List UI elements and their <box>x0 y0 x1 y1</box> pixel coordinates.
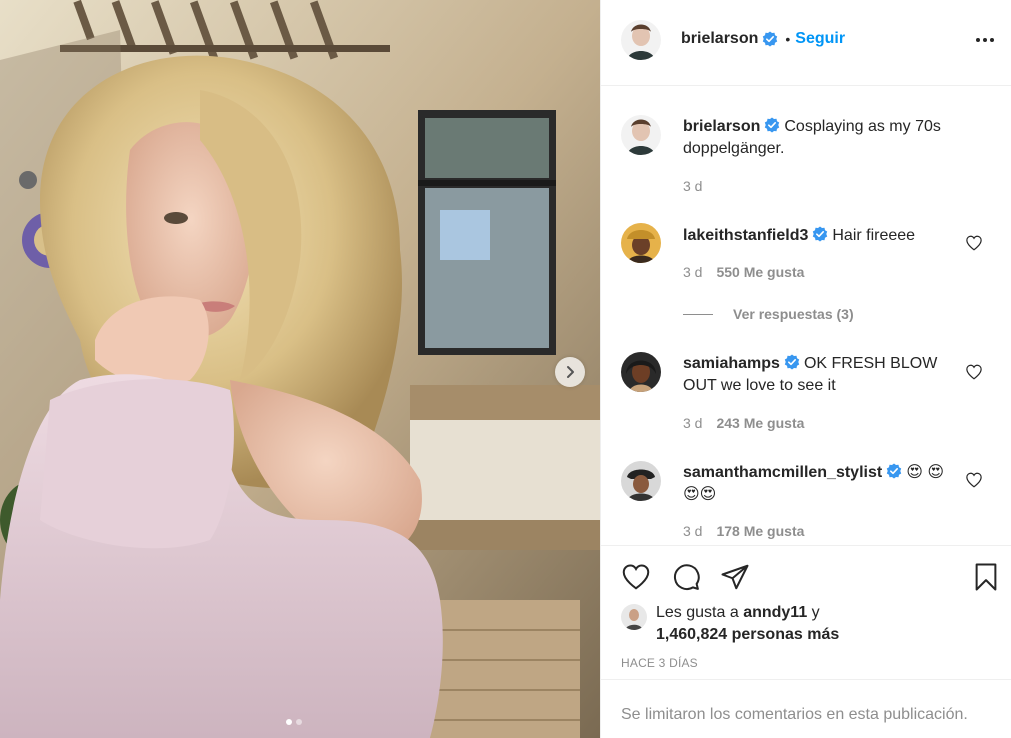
caption-time[interactable]: 3 d <box>683 178 702 194</box>
comment-text-block: lakeithstanfield3 Hair fireeee <box>683 225 958 247</box>
author-username[interactable]: brielarson <box>681 30 758 48</box>
view-replies-button[interactable]: Ver respuestas (3) <box>683 306 854 322</box>
comment-username[interactable]: samiahamps <box>683 355 780 372</box>
comments-limited-notice: Se limitaron los comentarios en esta pub… <box>601 679 1011 738</box>
like-heart-icon[interactable] <box>620 562 652 592</box>
comment-text-block: samanthamcmillen_stylist 😍 😍😍😍 <box>683 462 958 506</box>
carousel-dot-active <box>286 719 292 725</box>
heart-icon[interactable] <box>965 471 983 489</box>
chevron-right-icon <box>567 366 574 378</box>
post-photo[interactable] <box>0 0 600 738</box>
replies-divider <box>683 313 713 315</box>
caption-text-block: brielarson Cosplaying as my 70s doppelgän… <box>683 116 958 160</box>
comment-likes[interactable]: 178 Me gusta <box>716 523 804 539</box>
comment-meta: 3 d 243 Me gusta <box>683 415 804 431</box>
bookmark-icon[interactable] <box>971 562 1001 592</box>
verified-badge-icon <box>765 117 780 133</box>
commenter-avatar[interactable] <box>621 352 661 392</box>
header-separator: • <box>785 31 791 47</box>
comment-likes[interactable]: 550 Me gusta <box>716 264 804 280</box>
comments-limited-text: Se limitaron los comentarios en esta pub… <box>621 706 968 723</box>
likes-count[interactable]: 1,460,824 personas más <box>656 626 839 644</box>
likes-line: Les gusta a anndy11 y <box>656 604 820 622</box>
commenter-avatar[interactable] <box>621 461 661 501</box>
more-options-icon[interactable] <box>976 32 998 48</box>
post-detail-panel: brielarson • Seguir brielarson Cosplayin… <box>600 0 1011 738</box>
author-avatar[interactable] <box>621 115 661 155</box>
comment-likes[interactable]: 243 Me gusta <box>716 415 804 431</box>
carousel-indicator <box>286 719 302 725</box>
likes-user[interactable]: anndy11 <box>743 604 807 621</box>
comment-bubble-icon[interactable] <box>671 562 701 592</box>
heart-icon[interactable] <box>965 234 983 252</box>
comment-time[interactable]: 3 d <box>683 264 702 280</box>
verified-badge-icon <box>887 463 902 479</box>
comments-list: brielarson Cosplaying as my 70s doppelgän… <box>601 87 1011 545</box>
post-actions <box>601 545 1011 607</box>
post-header: brielarson • Seguir <box>601 0 1011 86</box>
verified-badge-icon <box>784 354 800 370</box>
comment-text: Hair fireeee <box>832 227 916 244</box>
likes-prefix: Les gusta a <box>656 604 739 621</box>
comment-time[interactable]: 3 d <box>683 415 702 431</box>
author-avatar[interactable] <box>621 20 661 60</box>
verified-badge-icon <box>763 31 778 47</box>
comment-meta: 3 d 178 Me gusta <box>683 523 804 539</box>
post-time[interactable]: HACE 3 DÍAS <box>621 656 698 670</box>
liker-avatar[interactable] <box>621 604 647 630</box>
carousel-dot <box>296 719 302 725</box>
comment-text-block: samiahamps OK FRESH BLOW OUT we love to s… <box>683 353 958 397</box>
comment-time[interactable]: 3 d <box>683 523 702 539</box>
caption-username[interactable]: brielarson <box>683 118 760 135</box>
verified-badge-icon <box>813 226 828 242</box>
comment-meta: 3 d 550 Me gusta <box>683 264 804 280</box>
view-replies-label: Ver respuestas (3) <box>733 306 854 322</box>
paper-plane-icon[interactable] <box>720 562 750 592</box>
comment-username[interactable]: lakeithstanfield3 <box>683 227 808 244</box>
commenter-avatar[interactable] <box>621 223 661 263</box>
heart-icon[interactable] <box>965 363 983 381</box>
comment-username[interactable]: samanthamcmillen_stylist <box>683 464 882 481</box>
follow-button[interactable]: Seguir <box>795 30 845 48</box>
carousel-next-button[interactable] <box>555 357 585 387</box>
likes-suffix: y <box>811 604 820 621</box>
photo-image <box>0 0 600 738</box>
header-user-row: brielarson • Seguir <box>681 30 845 48</box>
